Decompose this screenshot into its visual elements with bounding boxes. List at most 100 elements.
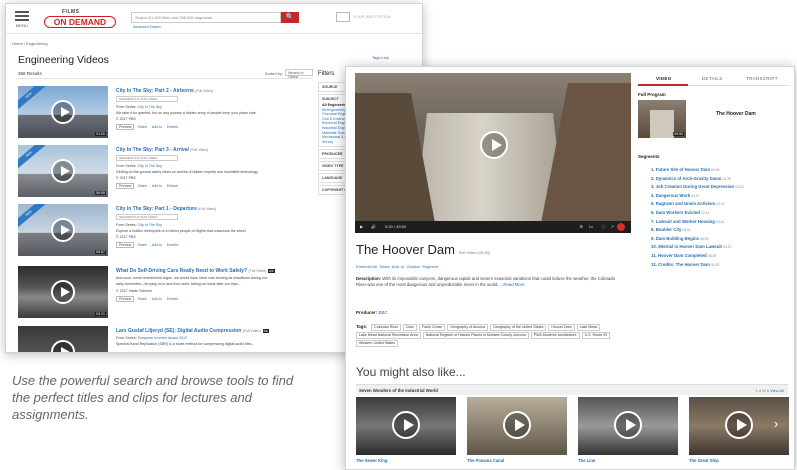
segment-item[interactable]: 2. Dynamics of Arch-Gravity Dams 03:28 (651, 175, 791, 184)
play-icon[interactable] (480, 131, 508, 159)
tag[interactable]: National Register of Historic Places in … (422, 332, 529, 339)
share-link[interactable]: Share (137, 184, 146, 188)
play-icon[interactable] (392, 411, 420, 439)
result-thumbnail[interactable]: NEW 59:59 (18, 145, 108, 197)
view-all-link[interactable]: View All (770, 388, 784, 393)
tag[interactable]: U.S. Route 93 (581, 332, 611, 339)
segment-item[interactable]: 5. Ragtown and Union Activism 04:31 (651, 200, 791, 209)
segments-select[interactable]: SEGMENTS IN THIS VIDEO (116, 155, 178, 161)
result-item[interactable]: 03:21 What Do Self-Driving Cars Really N… (18, 266, 313, 324)
add-to-link[interactable]: Add to (152, 297, 162, 301)
result-title[interactable]: Lars Gustaf Liljeryd (SE): Digital Audio… (116, 328, 269, 334)
related-card-title[interactable]: The Panama Canal (467, 458, 504, 463)
tag[interactable]: Geography of Arizona (447, 324, 489, 331)
video-player[interactable]: ▶ 🔊 0:00 / 49:50 ⚙ 1x ⛶ ↗ (355, 73, 631, 233)
result-thumbnail[interactable]: 03:21 (18, 266, 108, 318)
search-input[interactable]: Search 51,000 titles and 398,000 segment… (131, 12, 281, 23)
segment-item[interactable]: 11. Hoover Dam Completed 06:38 (651, 252, 791, 261)
series-link[interactable]: City In The Sky (138, 223, 162, 227)
read-more-link[interactable]: ...Read More (500, 282, 525, 287)
sort-select[interactable]: Newest to Oldest (285, 69, 313, 79)
tag[interactable]: Colorado River (371, 324, 402, 331)
related-card[interactable]: The Sewer King (356, 397, 456, 467)
preview-button[interactable]: Preview (116, 124, 135, 130)
related-card-title[interactable]: The Great Ship (689, 458, 719, 463)
play-icon[interactable] (51, 218, 75, 242)
segment-item[interactable]: 1. Future Site of Hoover Dam 02:46 (651, 166, 791, 175)
producer-link[interactable]: BBC (379, 310, 388, 315)
add-to-link[interactable]: Add to (152, 243, 162, 247)
add-to-link[interactable]: Add to (152, 184, 162, 188)
result-thumbnail[interactable]: NEW 59:57 (18, 204, 108, 256)
tag[interactable]: Lake Mead National Recreation Area (356, 332, 421, 339)
share-icon[interactable]: ↗ (611, 224, 614, 229)
play-icon[interactable] (51, 340, 75, 352)
tag[interactable]: Geography of the United States (490, 324, 547, 331)
result-item[interactable]: NEW 01:00 City In The Sky: Part 2 - Airb… (18, 86, 313, 144)
play-icon[interactable] (725, 411, 753, 439)
tag[interactable]: Western United States (356, 340, 398, 347)
add-to-link[interactable]: Add to (152, 125, 162, 129)
embed-link[interactable]: Embed (167, 125, 178, 129)
embed-link[interactable]: Embed (167, 243, 178, 247)
preview-button[interactable]: Preview (116, 296, 135, 302)
result-thumbnail[interactable]: NEW 01:00 (18, 86, 108, 138)
tags-link[interactable]: Tags Link (372, 55, 389, 60)
video-actions[interactable]: Embed/Link Share Add to Citation Segment (356, 264, 438, 269)
tag[interactable]: Dam (403, 324, 417, 331)
fullscreen-icon[interactable]: ⛶ (602, 224, 605, 229)
play-icon[interactable] (614, 411, 642, 439)
tag[interactable]: Frank Crowe (418, 324, 446, 331)
series-link[interactable]: European Inventor Award 2017 (138, 336, 187, 340)
tag[interactable]: PWA Moderne architecture (530, 332, 580, 339)
segment-item[interactable]: 3. Job Creation During Great Depression … (651, 183, 791, 192)
tab-video[interactable]: VIDEO (656, 76, 672, 81)
chevron-right-icon[interactable]: › (769, 414, 783, 434)
films-on-demand-logo[interactable]: FILMS ON DEMAND (36, 8, 116, 30)
settings-icon[interactable]: ⚙ (579, 224, 583, 229)
result-item[interactable]: NEW 59:59 City In The Sky: Part 3 - Arri… (18, 145, 313, 203)
result-title[interactable]: City In The Sky: Part 3 - Arrival (Full … (116, 147, 208, 153)
play-icon[interactable] (51, 159, 75, 183)
tag[interactable]: Lake Mead (576, 324, 601, 331)
segment-item[interactable]: 10. Mistrial in Hoover Dam Lawsuit 03:20 (651, 243, 791, 252)
tab-details[interactable]: DETAILS (702, 76, 723, 81)
volume-icon[interactable]: 🔊 (371, 224, 376, 229)
result-title[interactable]: City In The Sky: Part 1 - Departure (Ful… (116, 206, 216, 212)
tab-transcript[interactable]: TRANSCRIPT (746, 76, 778, 81)
share-link[interactable]: Share (137, 243, 146, 247)
related-card-title[interactable]: The Sewer King (356, 458, 387, 463)
result-item[interactable]: Lars Gustaf Liljeryd (SE): Digital Audio… (18, 326, 313, 352)
segment-item[interactable]: 6. Dam Workers Evicted 02:11 (651, 209, 791, 218)
related-card[interactable]: The Line (578, 397, 678, 467)
advanced-search-link[interactable]: Advanced Search (133, 25, 161, 29)
share-link[interactable]: Share (137, 125, 146, 129)
record-icon[interactable] (617, 223, 625, 231)
related-card[interactable]: The Panama Canal (467, 397, 567, 467)
result-thumbnail[interactable] (18, 326, 108, 352)
embed-link[interactable]: Embed (167, 184, 178, 188)
segment-item[interactable]: 4. Dangerous Work 03:27 (651, 192, 791, 201)
speed-button[interactable]: 1x (589, 224, 593, 229)
result-title[interactable]: What Do Self-Driving Cars Really Need to… (116, 268, 275, 274)
related-card-title[interactable]: The Line (578, 458, 595, 463)
segment-item[interactable]: 7. Lawsuit and Worker Housing 04:51 (651, 218, 791, 227)
segment-item[interactable]: 9. Dam Building Begins 06:00 (651, 235, 791, 244)
embed-link[interactable]: Embed (167, 297, 178, 301)
breadcrumb-home[interactable]: Home (12, 41, 23, 46)
play-button-icon[interactable]: ▶ (360, 224, 363, 229)
share-link[interactable]: Share (137, 297, 146, 301)
play-icon[interactable] (51, 280, 75, 304)
preview-button[interactable]: Preview (116, 242, 135, 248)
search-button[interactable]: 🔍 (281, 12, 299, 23)
result-title[interactable]: City In The Sky: Part 2 - Airborne (Full… (116, 88, 213, 94)
preview-button[interactable]: Preview (116, 183, 135, 189)
segments-select[interactable]: SEGMENTS IN THIS VIDEO (116, 96, 178, 102)
play-icon[interactable] (503, 411, 531, 439)
result-item[interactable]: NEW 59:57 City In The Sky: Part 1 - Depa… (18, 204, 313, 262)
play-icon[interactable] (51, 100, 75, 124)
menu-button[interactable]: MENU (15, 11, 29, 28)
segment-item[interactable]: 12. Credits: The Hoover Dam 00:33 (651, 261, 791, 270)
series-link[interactable]: City In The Sky (138, 164, 162, 168)
full-program-title[interactable]: The Hoover Dam (716, 111, 756, 117)
